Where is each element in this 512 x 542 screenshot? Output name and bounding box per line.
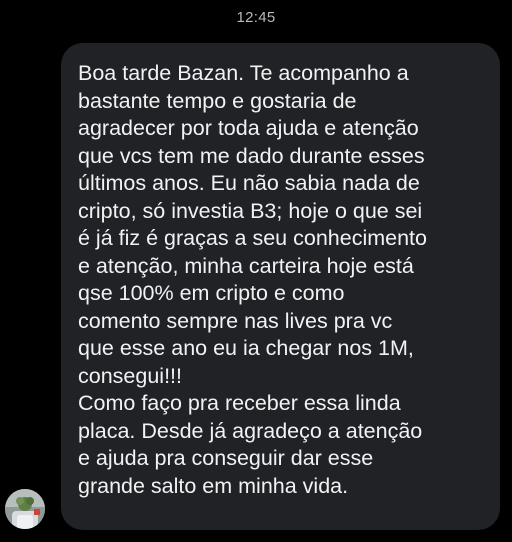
message-bubble[interactable]: Boa tarde Bazan. Te acompanho a bastante… [61, 43, 500, 530]
chat-screen: 12:45 Boa tarde Bazan. Te acompanho a ba… [0, 0, 512, 542]
message-line: e atenção, minha carteira hoje está [78, 253, 414, 278]
message-line: Boa tarde Bazan. Te acompanho a [78, 61, 409, 85]
message-line: agradecer por toda ajuda e atenção [78, 116, 419, 140]
message-line: qse 100% em cripto e como [78, 281, 345, 305]
message-line: que esse ano eu ia chegar nos 1M, [78, 336, 414, 360]
message-line: bastante tempo e gostaria de [78, 88, 357, 113]
message-line: e ajuda pra conseguir dar esse [78, 446, 374, 470]
message-line: é já fiz é graças a seu conhecimento [78, 226, 427, 250]
message-timestamp: 12:45 [236, 9, 276, 26]
message-line: comento sempre nas lives pra vc [78, 308, 393, 333]
message-line: consegui!!! [78, 363, 182, 388]
message-line: placa. Desde já agradeço a atenção [78, 418, 423, 443]
avatar-photo [5, 489, 45, 529]
message-line: cripto, só investia B3; hoje o que sei [78, 198, 423, 223]
message-line: últimos anos. Eu não sabia nada de [78, 171, 420, 195]
contact-avatar-icon[interactable] [5, 489, 45, 529]
message-line: que vcs tem me dado durante esses [78, 143, 425, 168]
message-line: Como faço pra receber essa linda [78, 391, 401, 415]
message-line: grande salto em minha vida. [78, 473, 349, 498]
